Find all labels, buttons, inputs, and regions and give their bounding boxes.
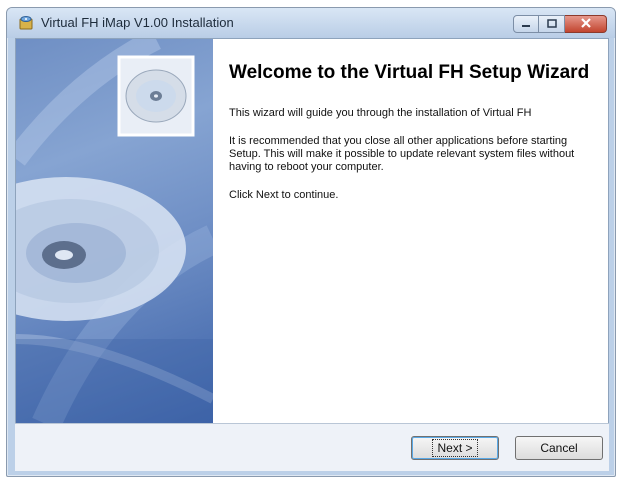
installer-icon	[17, 15, 35, 31]
close-button[interactable]	[565, 15, 607, 33]
window-title: Virtual FH iMap V1.00 Installation	[41, 15, 234, 30]
minimize-button[interactable]	[513, 15, 539, 33]
wizard-banner	[16, 39, 213, 424]
cancel-button[interactable]: Cancel	[515, 436, 603, 460]
next-button-label: Next >	[432, 439, 478, 457]
next-button[interactable]: Next >	[411, 436, 499, 460]
maximize-icon	[546, 15, 557, 33]
intro-text: This wizard will guide you through the i…	[229, 107, 532, 119]
installer-window: Virtual FH iMap V1.00 Installation Welco…	[6, 7, 616, 477]
cd-disc-icon	[16, 39, 213, 424]
caption-buttons	[513, 15, 607, 33]
cancel-button-label: Cancel	[540, 441, 578, 455]
recommendation-text: It is recommended that you close all oth…	[229, 135, 575, 173]
title-bar[interactable]: Virtual FH iMap V1.00 Installation	[7, 8, 615, 38]
close-icon	[580, 15, 592, 33]
wizard-content: Welcome to the Virtual FH Setup Wizard T…	[229, 61, 594, 217]
button-bar: Next > Cancel	[15, 423, 609, 471]
continue-text: Click Next to continue.	[229, 189, 339, 201]
page-title: Welcome to the Virtual FH Setup Wizard	[229, 62, 590, 83]
maximize-button[interactable]	[539, 15, 565, 33]
minimize-icon	[521, 15, 531, 33]
wizard-client-area: Welcome to the Virtual FH Setup Wizard T…	[15, 38, 609, 425]
